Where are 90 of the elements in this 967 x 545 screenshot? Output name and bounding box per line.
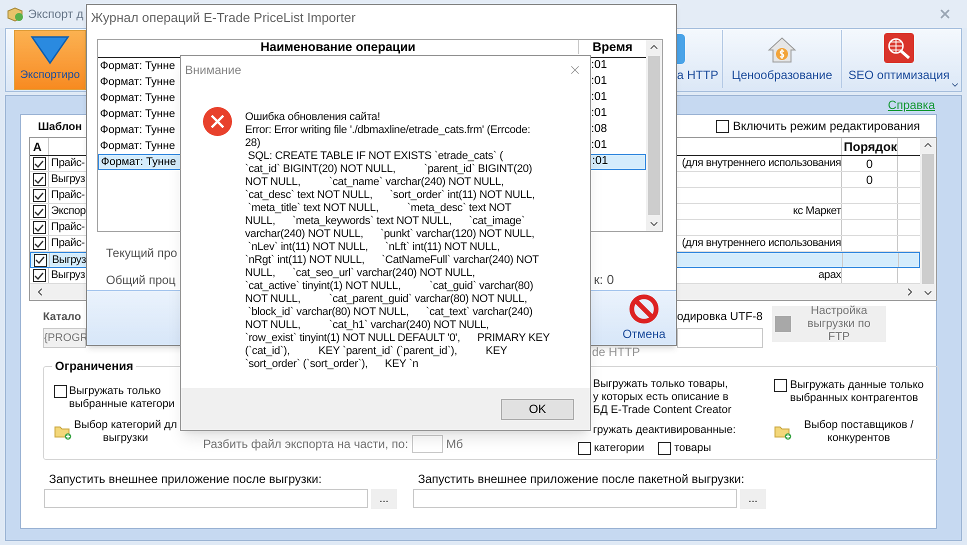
checkbox[interactable]: [774, 379, 787, 392]
table-cell-text: Формат: Тунне: [101, 154, 176, 170]
scroll-thumb[interactable]: [648, 56, 660, 215]
table-cell-text: :01: [590, 74, 607, 90]
progress-label: Текущий про: [106, 245, 178, 262]
checkbox[interactable]: [54, 385, 67, 398]
ribbon-button[interactable]: SEO оптимизация: [845, 30, 953, 90]
column-header: Порядок: [844, 139, 897, 155]
table-cell-text: (для внутреннего использования: [682, 156, 841, 172]
window-title: Экспорт д: [28, 6, 84, 23]
choose-suppliers-button[interactable]: Выбор поставщиков / конкурентов: [774, 419, 914, 445]
box-icon: [6, 6, 24, 22]
checkbox[interactable]: [32, 173, 46, 186]
error-icon: [202, 106, 233, 137]
column-header: Наименование операции: [260, 40, 416, 54]
field-label: Катало: [43, 310, 82, 325]
table-cell-text: 0: [866, 156, 873, 172]
choose-categories-button[interactable]: Выбор категорий дл выгрузки: [54, 419, 177, 445]
checkbox-label: товары: [674, 441, 712, 456]
window-title: Журнал операций E-Trade PriceList Importer: [90, 9, 356, 28]
house-dollar-icon: [767, 36, 797, 64]
cancel-button[interactable]: Отмена: [620, 291, 668, 345]
app-icon: [677, 34, 685, 64]
input-field[interactable]: [413, 489, 737, 508]
table-cell-text: Выгруз: [51, 268, 85, 284]
table-cell-text: Прайс-: [51, 236, 85, 252]
table-cell-text: Формат: Тунне: [100, 90, 176, 106]
section-label: Шаблон: [38, 120, 82, 134]
checkbox[interactable]: [32, 189, 46, 202]
unit-label: Мб: [446, 436, 463, 453]
ribbon-button[interactable]: Экспортиро: [14, 30, 86, 90]
globe-search-icon: [883, 32, 915, 64]
column-header: Время: [592, 40, 632, 54]
vertical-scrollbar[interactable]: [920, 138, 936, 300]
checkbox-label: Выгружать только выбранные категори: [69, 385, 175, 411]
table-cell-text: арах: [818, 268, 841, 284]
checkbox[interactable]: [32, 237, 46, 250]
checkbox[interactable]: [716, 120, 729, 132]
vertical-scrollbar[interactable]: [646, 40, 662, 231]
input-field[interactable]: [44, 489, 368, 508]
table-cell-text: (для внутреннего использования: [682, 236, 841, 252]
checkbox[interactable]: [32, 157, 46, 170]
field-label: Запустить внешнее приложение после выгрузки:: [48, 471, 322, 488]
checkbox[interactable]: [658, 442, 672, 455]
browse-button[interactable]: ...: [740, 489, 766, 509]
option-text: Выгружать только товары, у которых есть описание в БД E-Trade Content Creator: [593, 378, 732, 417]
table-cell-text: Экспор: [51, 204, 86, 220]
table-cell-text: кс Маркет: [792, 204, 841, 220]
ribbon-button[interactable]: Ценообразование: [726, 30, 838, 90]
dialog-title: Внимание: [185, 62, 242, 79]
input-field[interactable]: [677, 328, 763, 348]
field-label: Разбить файл экспорта на части, по:: [203, 436, 408, 453]
ok-button[interactable]: OK: [501, 398, 574, 420]
checkbox-label: Включить режим редактирования: [732, 118, 920, 135]
table-cell-text: Прайс-: [51, 188, 85, 204]
checkbox-label: категории: [594, 441, 644, 456]
table-cell-text: :01: [590, 90, 607, 106]
checkbox-label: Выгружать данные только выбранных контрагентов: [790, 379, 924, 405]
checkbox[interactable]: [34, 254, 46, 266]
table-cell-text: Формат: Тунне: [100, 74, 176, 90]
error-message: Ошибка обновления сайта! Error: Error writing file './dbmaxline/etrade_cats.frm' (Errcode: 28) SQL: CREATE TABLE IF NOT EXISTS `etrade_cats` ( `cat_id` BIGINT(20) NOT NULL, `parent_id` BIGINT(20) NOT NULL, `cat_name` varchar(240) NOT NULL, `cat_desc` text NOT NULL, `sort_order` int(11) NOT NULL, `meta_title` text NOT NULL, `meta_desc` text NOT NULL, `meta_keywords` text NOT NULL, `cat_image` varchar(240) NOT NULL, `punkt` varchar(120) NOT NULL, `nLev` int(11) NOT NULL, `nLft` int(11) NOT NULL, `nRgt` int(11) NOT NULL, `CatNameFull` varchar(240) NOT NULL, `cat_seo_url` varchar(240) NOT NULL, `cat_active` tinyint(1) NOT NULL, `cat_guid` varchar(80) NOT NULL, `cat_parent_guid` varchar(80) NOT NULL, `block_id` varchar(80) NOT NULL, `cat_text` varchar(240) NOT NULL, `cat_h1` varchar(240) NOT NULL, `row_exist` tinyint(1) NOT NULL DEFAULT '0', PRIMARY KEY (`cat_id`), KEY `parent_id` (`parent_id`), KEY `sort_order` (`sort_order`), KEY `n: [245, 111, 550, 371]
scroll-thumb[interactable]: [922, 154, 934, 284]
browse-button[interactable]: ...: [371, 489, 397, 509]
group-title: Ограничения: [52, 359, 136, 373]
column-header: А: [30, 138, 49, 155]
folder-add-icon: [774, 424, 792, 440]
square-icon: [775, 316, 791, 332]
no-entry-icon: [629, 294, 659, 324]
option-label: гружать деактивированные:: [593, 424, 736, 437]
checkbox[interactable]: [578, 442, 591, 455]
checkbox-label: одировка UTF-8: [677, 310, 763, 325]
folder-add-icon: [54, 424, 72, 440]
field-label: Запустить внешнее приложение после пакетной выгрузки:: [417, 471, 744, 488]
note-text: de HTTP: [592, 345, 640, 359]
checkbox[interactable]: [32, 221, 46, 234]
triangle-down-icon: [30, 34, 70, 64]
input-field[interactable]: [412, 435, 444, 453]
table-cell-text: Прайс-: [51, 220, 85, 236]
ftp-settings-button[interactable]: Настройка выгрузки по FTP: [772, 306, 886, 342]
progress-label: Общий проц: [106, 272, 176, 289]
checkbox[interactable]: [32, 205, 46, 218]
table-cell-text: 0: [866, 172, 873, 188]
input-field[interactable]: {PROGR: [43, 328, 86, 348]
table-cell-text: Выгруз: [51, 172, 85, 188]
table-cell-text: :01: [591, 154, 608, 170]
checkbox[interactable]: [32, 269, 46, 282]
table-cell-text: Прайс-: [51, 156, 85, 172]
table-cell-text: Выгруз: [52, 252, 86, 268]
ribbon-button[interactable]: а HTTP: [677, 30, 719, 90]
count-text: к: 0: [594, 271, 614, 289]
